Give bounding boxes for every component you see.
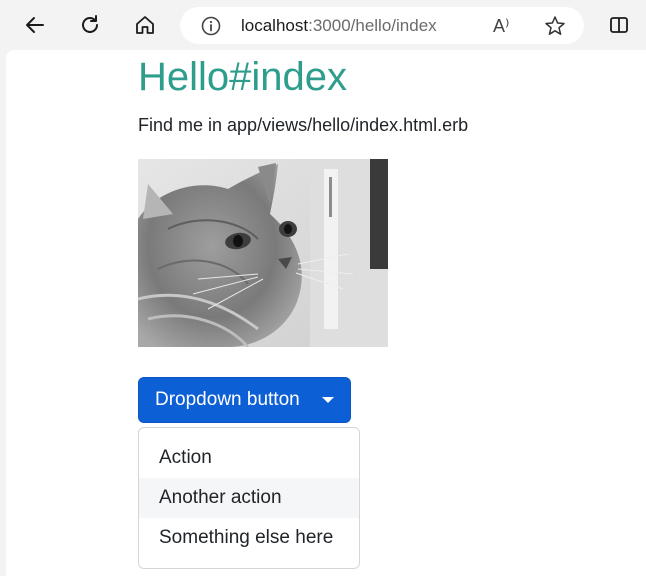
refresh-icon — [82, 15, 98, 33]
favorite-star-icon[interactable] — [543, 14, 567, 38]
url-path: :3000/hello/index — [308, 16, 437, 35]
url-host: localhost — [241, 16, 309, 35]
cat-photo-graphic — [138, 159, 388, 347]
dropdown-menu: Action Another action Something else her… — [138, 427, 360, 569]
dropdown-button[interactable]: Dropdown button — [138, 377, 351, 423]
back-button[interactable] — [18, 8, 52, 42]
home-button[interactable] — [128, 8, 162, 42]
url-text[interactable]: localhost:3000/hello/index — [241, 15, 437, 36]
dropdown-item-something-else[interactable]: Something else here — [139, 518, 359, 558]
read-aloud-icon[interactable]: A⁾ — [493, 15, 517, 37]
dropdown-item-another-action[interactable]: Another action — [139, 478, 359, 518]
caret-down-icon — [322, 397, 334, 403]
page-description: Find me in app/views/hello/index.html.er… — [138, 115, 469, 135]
dropdown-button-label: Dropdown button — [155, 389, 300, 410]
split-screen-icon — [610, 17, 628, 33]
page-viewport: Hello#index Find me in app/views/hello/i… — [6, 50, 646, 576]
refresh-button[interactable] — [73, 8, 107, 42]
browser-toolbar: localhost:3000/hello/index A⁾ — [0, 0, 646, 50]
back-arrow-icon — [26, 17, 44, 33]
home-icon — [136, 16, 154, 34]
info-icon[interactable] — [200, 15, 222, 37]
page-title: Hello#index — [138, 55, 348, 99]
address-bar[interactable]: localhost:3000/hello/index A⁾ — [180, 7, 584, 44]
split-screen-button[interactable] — [602, 8, 636, 42]
dropdown-item-action[interactable]: Action — [139, 438, 359, 478]
cat-image — [138, 159, 388, 347]
